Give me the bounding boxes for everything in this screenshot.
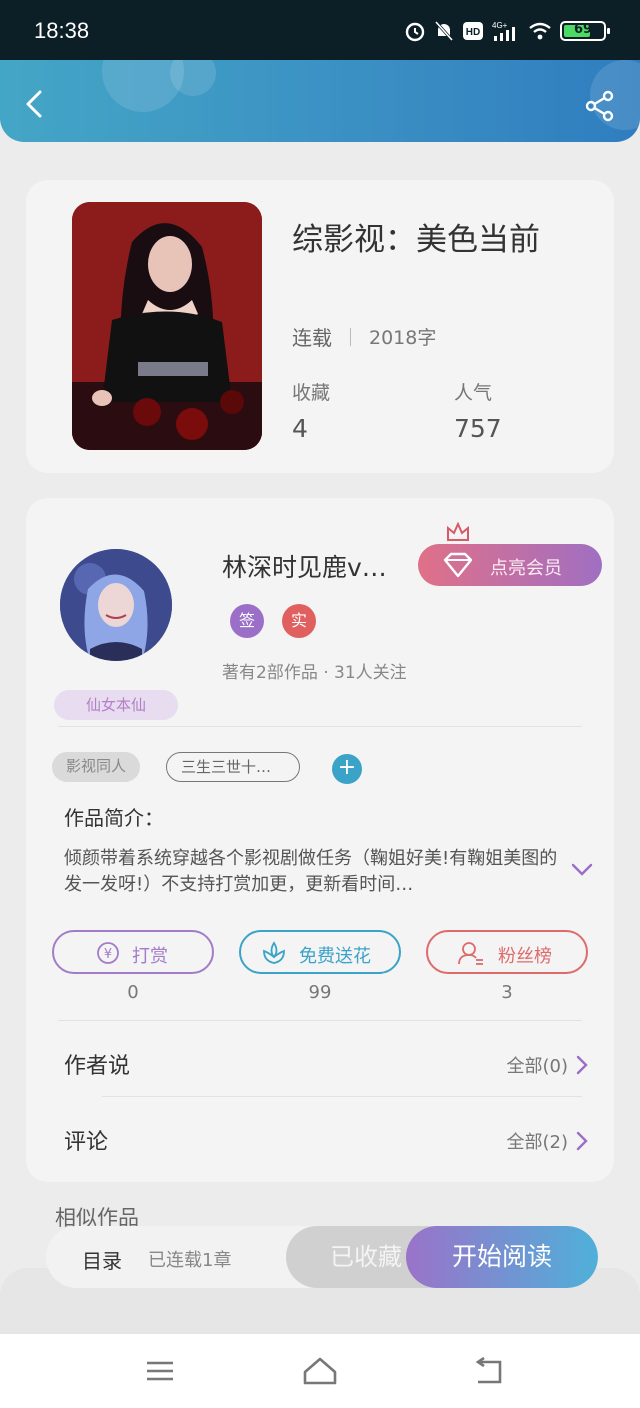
svg-text:¥: ¥ — [104, 947, 112, 962]
tip-count: 0 — [127, 982, 139, 1003]
author-says-count: 全部(0) — [506, 1056, 569, 1077]
word-count: 2018字 — [369, 327, 437, 349]
chevron-right-icon — [576, 1055, 588, 1075]
divider — [58, 726, 582, 727]
chevron-down-icon[interactable] — [570, 862, 594, 878]
back-button[interactable] — [18, 88, 50, 120]
chevron-right-icon — [576, 1131, 588, 1151]
fan-ranking-label: 粉丝榜 — [498, 946, 552, 967]
book-status: 连载 — [292, 326, 332, 350]
add-tag-button[interactable]: + — [332, 754, 362, 784]
fan-count: 3 — [501, 982, 513, 1003]
vip-button[interactable]: 点亮会员 — [418, 544, 602, 586]
fans-icon — [458, 942, 483, 965]
author-says-label[interactable]: 作者说 — [64, 1048, 130, 1080]
tip-button[interactable]: ¥ 打赏 — [52, 930, 214, 974]
mute-icon — [434, 21, 454, 41]
send-flower-label: 免费送花 — [299, 946, 371, 967]
author-title-badge: 仙女本仙 — [54, 690, 178, 720]
tip-label: 打赏 — [132, 946, 168, 967]
topic-tag[interactable]: 三生三世十… — [166, 752, 300, 782]
read-bar: 目录 已连载1章 已收藏 开始阅读 — [46, 1226, 598, 1288]
chapter-count: 已连载1章 — [148, 1250, 232, 1271]
menu-icon[interactable] — [144, 1356, 176, 1386]
vip-button-label: 点亮会员 — [490, 558, 562, 579]
hd-icon: HD — [463, 22, 483, 40]
wifi-icon — [529, 22, 551, 40]
home-icon[interactable] — [302, 1356, 338, 1386]
popularity-count: 757 — [454, 414, 502, 443]
book-title: 综影视：美色当前 — [292, 222, 540, 258]
favorites-count: 4 — [292, 414, 308, 443]
author-name[interactable]: 林深时见鹿v… — [222, 548, 387, 584]
comments-count: 全部(2) — [506, 1132, 569, 1153]
battery-icon: 69 — [560, 21, 610, 41]
flower-count: 99 — [308, 982, 332, 1003]
comments-all[interactable]: 全部(2) — [507, 1128, 589, 1154]
intro-label: 作品简介： — [64, 806, 164, 830]
status-bar: 18:38 HD 4G+ 69 — [0, 0, 640, 60]
author-works-info: 著有2部作品 · 31人关注 — [222, 663, 407, 683]
signal-icon: 4G+ — [492, 21, 515, 41]
fan-ranking-button[interactable]: 粉丝榜 — [426, 930, 588, 974]
status-time: 18:38 — [34, 18, 90, 43]
author-says-all[interactable]: 全部(0) — [507, 1052, 589, 1078]
divider — [102, 1096, 582, 1097]
genre-tag[interactable]: 影视同人 — [52, 752, 141, 782]
book-cover[interactable] — [72, 202, 262, 450]
author-card: 仙女本仙 林深时见鹿v… 点亮会员 签 实 著有2部作品 · 31人关注 影视同… — [26, 498, 614, 1182]
alarm-icon — [405, 22, 425, 42]
yen-coin-icon: ¥ — [97, 942, 119, 964]
book-meta: 连载 2018字 — [292, 322, 436, 351]
flower-icon — [263, 941, 285, 964]
header — [0, 60, 640, 142]
book-info-card: 综影视：美色当前 连载 2018字 收藏 4 人气 757 — [26, 180, 614, 473]
diamond-icon — [443, 552, 473, 578]
author-avatar[interactable] — [60, 549, 172, 661]
status-icons: HD 4G+ 69 — [404, 20, 610, 42]
signed-tag: 签 — [230, 604, 264, 638]
verified-tag: 实 — [282, 604, 316, 638]
system-nav-bar — [0, 1334, 640, 1408]
share-icon[interactable] — [584, 90, 616, 122]
svg-text:HD: HD — [466, 27, 480, 38]
divider — [58, 1020, 582, 1021]
popularity-label: 人气 — [454, 382, 493, 404]
send-flower-button[interactable]: 免费送花 — [239, 930, 401, 974]
battery-level: 69 — [573, 22, 593, 37]
toc-button[interactable]: 目录 — [82, 1245, 122, 1274]
crown-icon — [447, 522, 469, 541]
start-reading-button[interactable]: 开始阅读 — [406, 1226, 598, 1288]
intro-text: 倾颜带着系统穿越各个影视剧做任务（鞠姐好美!有鞠姐美图的发一发呀!）不支持打赏加… — [64, 848, 558, 895]
svg-text:4G+: 4G+ — [492, 21, 508, 30]
comments-label[interactable]: 评论 — [64, 1124, 108, 1156]
favorites-label: 收藏 — [292, 382, 331, 404]
back-nav-icon[interactable] — [472, 1356, 504, 1386]
